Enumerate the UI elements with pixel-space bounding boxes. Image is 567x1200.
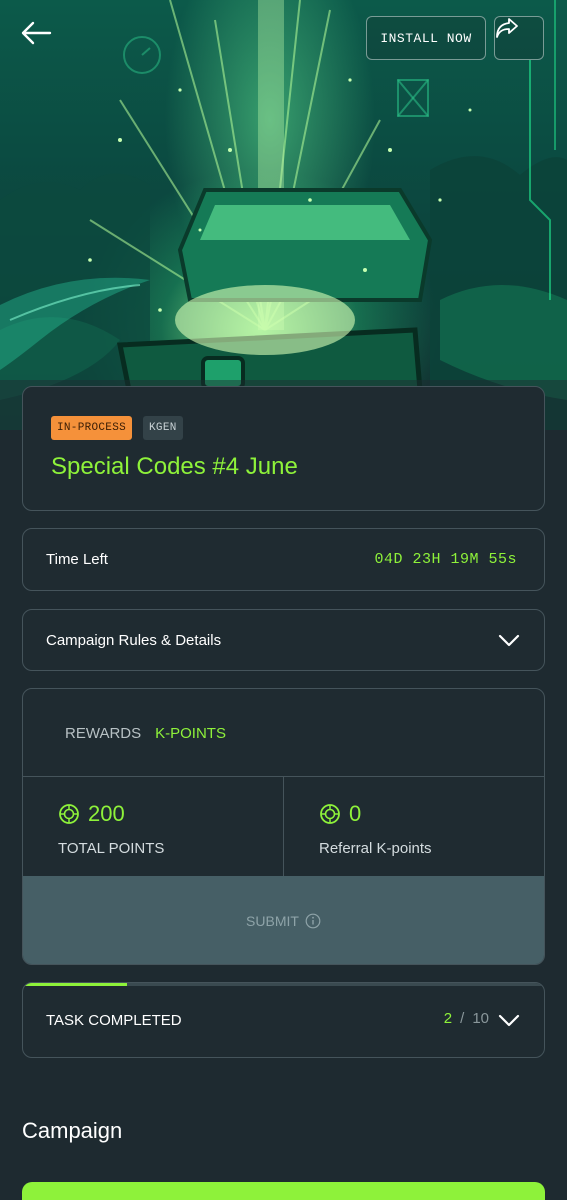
chevron-down-icon bbox=[498, 634, 520, 647]
referral-points-label: Referral K-points bbox=[319, 840, 432, 857]
arrow-left-icon bbox=[21, 21, 52, 45]
share-button[interactable] bbox=[494, 16, 544, 60]
submit-button[interactable]: SUBMIT bbox=[23, 876, 544, 964]
rewards-label: REWARDS bbox=[65, 725, 142, 742]
referral-points-value: 0 bbox=[349, 801, 362, 826]
campaign-cta-button[interactable] bbox=[22, 1182, 545, 1200]
brand-badge: KGEN bbox=[143, 416, 183, 440]
status-badge: IN-PROCESS bbox=[51, 416, 133, 440]
time-left-value: 04D 23H 19M 55s bbox=[374, 551, 517, 568]
rewards-type: K-POINTS bbox=[155, 725, 226, 742]
time-left-card: Time Left 04D 23H 19M 55s bbox=[22, 528, 545, 591]
campaign-title-card: IN-PROCESS KGEN Special Codes #4 June bbox=[22, 386, 545, 511]
total-points-label: TOTAL POINTS bbox=[58, 840, 165, 857]
chevron-down-icon bbox=[498, 1014, 520, 1027]
treasure-chest-illustration bbox=[0, 0, 567, 430]
campaign-rules-label: Campaign Rules & Details bbox=[46, 632, 222, 649]
referral-points-stat: 0 Referral K-points bbox=[319, 801, 432, 857]
rewards-header: REWARDS K-POINTS bbox=[65, 725, 226, 742]
campaign-section-title: Campaign bbox=[22, 1118, 123, 1143]
badge-row: IN-PROCESS KGEN bbox=[51, 416, 183, 440]
back-button[interactable] bbox=[20, 20, 60, 56]
campaign-title: Special Codes #4 June bbox=[51, 453, 298, 480]
task-completed-label: TASK COMPLETED bbox=[46, 1012, 182, 1029]
campaign-rules-accordion[interactable]: Campaign Rules & Details bbox=[22, 609, 545, 671]
install-now-button[interactable]: INSTALL NOW bbox=[366, 16, 486, 60]
hero-banner: INSTALL NOW bbox=[0, 0, 567, 430]
total-points-value: 200 bbox=[88, 801, 125, 826]
task-progress-bar bbox=[23, 983, 544, 986]
task-progress-fill bbox=[23, 983, 128, 986]
task-count: 2 / 10 bbox=[444, 1010, 489, 1027]
points-coin-icon bbox=[59, 804, 79, 824]
info-icon[interactable] bbox=[305, 913, 321, 929]
submit-label: SUBMIT bbox=[246, 913, 299, 929]
rewards-card: REWARDS K-POINTS 200 TOTAL POINTS 0 Refe… bbox=[22, 688, 545, 965]
divider bbox=[283, 776, 284, 876]
task-count-separator: / bbox=[460, 1010, 465, 1027]
share-icon bbox=[496, 18, 518, 38]
total-points-stat: 200 TOTAL POINTS bbox=[58, 801, 164, 857]
points-coin-icon bbox=[320, 804, 340, 824]
time-left-label: Time Left bbox=[46, 551, 108, 568]
task-completed-accordion[interactable]: TASK COMPLETED 2 / 10 bbox=[22, 982, 545, 1058]
task-completed-count: 2 bbox=[443, 1010, 453, 1027]
task-total-count: 10 bbox=[472, 1010, 489, 1027]
